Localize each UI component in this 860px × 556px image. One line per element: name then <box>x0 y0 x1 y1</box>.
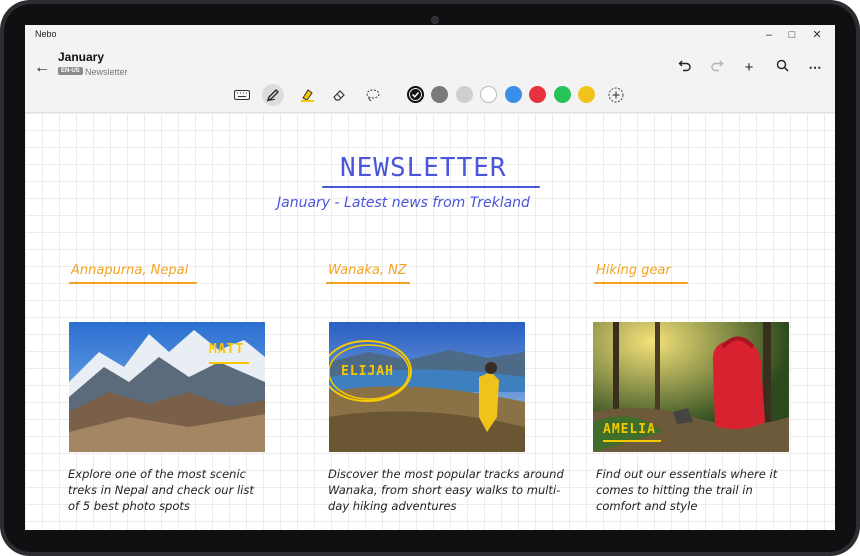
search-icon[interactable] <box>771 57 793 79</box>
color-swatch-light-gray[interactable] <box>456 86 473 103</box>
back-arrow-icon[interactable]: ← <box>31 57 53 79</box>
color-swatch-yellow[interactable] <box>578 86 595 103</box>
section-underline <box>594 282 688 284</box>
maximize-icon[interactable]: □ <box>784 27 800 43</box>
more-icon[interactable]: ⋯ <box>804 57 826 79</box>
color-swatch-dark-gray[interactable] <box>431 86 448 103</box>
color-swatch-blue[interactable] <box>505 86 522 103</box>
keyboard-icon[interactable] <box>231 84 253 106</box>
pen-icon[interactable] <box>262 84 284 106</box>
tag-underline <box>603 440 661 442</box>
photo-tag-elijah: ELIJAH <box>341 364 394 379</box>
section-description-annapurna: Explore one of the most scenic treks in … <box>68 467 254 513</box>
tag-underline <box>209 362 249 364</box>
section-description-hiking-gear: Find out our essentials where it comes t… <box>596 467 778 513</box>
section-title-annapurna: Annapurna, Nepal <box>71 263 189 278</box>
minimize-icon[interactable]: – <box>761 27 777 43</box>
heading-underline <box>322 186 540 188</box>
color-swatch-red[interactable] <box>529 86 546 103</box>
notebook-name: Newsletter <box>85 67 128 77</box>
close-icon[interactable]: ✕ <box>809 27 825 43</box>
photo-tag-amelia: AMELIA <box>603 422 656 437</box>
color-swatch-white[interactable] <box>480 86 497 103</box>
photo-annapurna[interactable]: MATT <box>69 322 265 452</box>
camera-icon <box>431 16 439 24</box>
section-underline <box>326 282 410 284</box>
photo-hiking-gear[interactable]: AMELIA <box>593 322 789 452</box>
newsletter-heading: NEWSLETTER <box>340 153 507 183</box>
title-bar: Nebo – □ ✕ <box>25 25 835 45</box>
section-title-hiking-gear: Hiking gear <box>596 263 671 278</box>
lasso-icon[interactable] <box>361 84 383 106</box>
add-icon[interactable]: + <box>738 57 760 79</box>
undo-icon[interactable] <box>674 57 696 79</box>
language-badge[interactable]: EN-US <box>58 67 83 75</box>
photo-tag-matt: MATT <box>209 342 245 357</box>
pen-toolbar <box>25 80 835 113</box>
section-title-wanaka: Wanaka, NZ <box>328 263 407 278</box>
section-underline <box>69 282 197 284</box>
color-swatch-green[interactable] <box>554 86 571 103</box>
photo-wanaka[interactable]: ELIJAH <box>329 322 525 452</box>
app-name: Nebo <box>35 29 57 39</box>
redo-icon[interactable] <box>706 57 728 79</box>
eraser-icon[interactable] <box>328 84 350 106</box>
color-swatch-black[interactable] <box>407 86 424 103</box>
add-color-icon[interactable] <box>605 84 627 106</box>
tablet-frame: Nebo – □ ✕ ← January EN-US Newsletter + … <box>0 0 860 556</box>
note-canvas[interactable]: NEWSLETTER January - Latest news from Tr… <box>25 113 835 530</box>
app-screen: Nebo – □ ✕ ← January EN-US Newsletter + … <box>25 25 835 530</box>
page-title: January <box>58 50 105 64</box>
highlighter-icon[interactable] <box>296 84 318 106</box>
newsletter-subtitle: January - Latest news from Trekland <box>277 195 530 211</box>
section-description-wanaka: Discover the most popular tracks around … <box>328 467 564 513</box>
